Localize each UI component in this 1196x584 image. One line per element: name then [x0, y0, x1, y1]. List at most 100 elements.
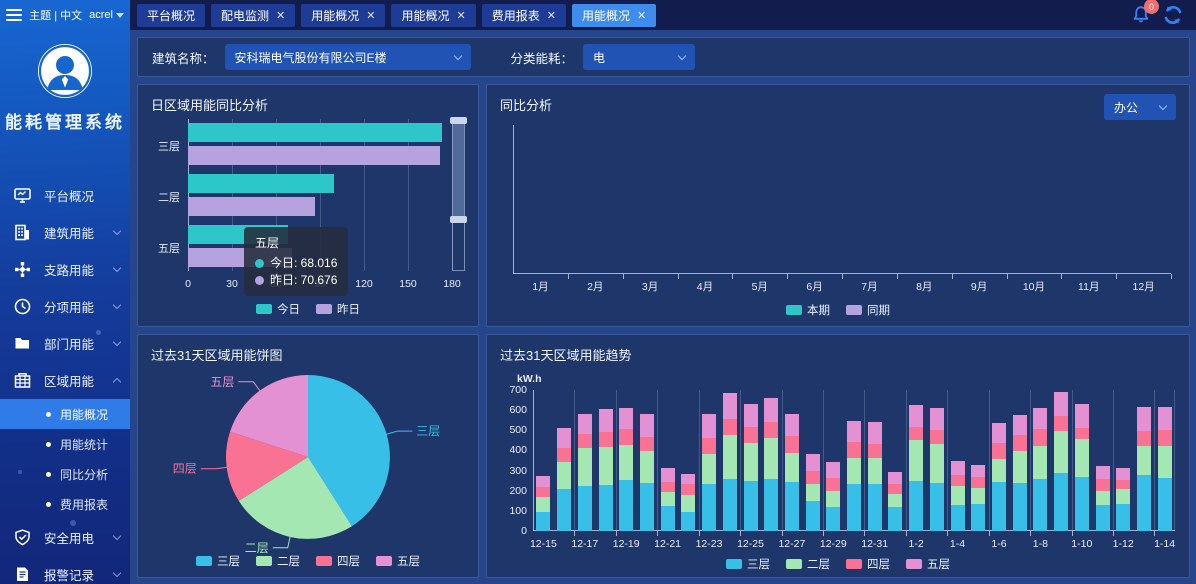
stacked-bar-1-3[interactable]: [930, 408, 944, 531]
legend-item-同期[interactable]: 同期: [846, 302, 890, 318]
sidebar-item-平台概况[interactable]: 平台概况: [0, 177, 130, 214]
stacked-bar-1-5[interactable]: [971, 465, 985, 531]
stacked-bar-1-8[interactable]: [1033, 408, 1047, 531]
user-dropdown[interactable]: acrel: [89, 9, 124, 21]
stacked-bar-12-27[interactable]: [785, 414, 799, 531]
stacked-bar-1-14[interactable]: [1158, 407, 1172, 531]
submenu-item-费用报表[interactable]: 费用报表: [0, 489, 130, 519]
legend-item-三层[interactable]: 三层: [726, 556, 770, 572]
datazoom-handle[interactable]: [450, 117, 467, 124]
avatar: [38, 44, 92, 98]
stacked-bar-1-1[interactable]: [888, 472, 902, 531]
legend-item-五层[interactable]: 五层: [376, 553, 420, 569]
stacked-bar-12-19[interactable]: [619, 408, 633, 531]
stacked-bar-1-6[interactable]: [992, 423, 1006, 531]
bar-yesterday[interactable]: [188, 197, 315, 216]
submenu-item-用能统计[interactable]: 用能统计: [0, 429, 130, 459]
stacked-bar-12-30[interactable]: [847, 421, 861, 531]
tab-配电监测-1[interactable]: 配电监测✕: [211, 4, 295, 27]
tab-close-icon[interactable]: ✕: [457, 9, 466, 22]
pie-chart[interactable]: 三层二层四层五层: [138, 357, 480, 569]
tab-用能概况-5[interactable]: 用能概况✕: [572, 4, 656, 27]
tab-费用报表-4[interactable]: 费用报表✕: [482, 4, 566, 27]
stacked-bar-12-28[interactable]: [806, 454, 820, 531]
stacked-bar-1-13[interactable]: [1137, 407, 1151, 531]
theme-language-label[interactable]: 主题 | 中文: [29, 7, 82, 23]
sidebar-item-建筑用能[interactable]: 建筑用能: [0, 214, 130, 251]
bar-segment-三层: [640, 483, 654, 531]
tab-平台概况-0[interactable]: 平台概况: [137, 4, 205, 27]
stacked-bar-1-7[interactable]: [1013, 415, 1027, 531]
bar-segment-五层: [599, 409, 613, 432]
tab-用能概况-3[interactable]: 用能概况✕: [391, 4, 475, 27]
datazoom-slider[interactable]: [452, 119, 465, 271]
legend-item-本期[interactable]: 本期: [786, 302, 830, 318]
stacked-bar-12-23[interactable]: [702, 414, 716, 531]
panel-area-pie: 过去31天区域用能饼图 三层二层四层五层三层二层四层五层: [137, 334, 479, 578]
bar-segment-二层: [744, 443, 758, 480]
x-tick-label: 12-31: [861, 538, 888, 550]
stacked-bar-12-29[interactable]: [826, 462, 840, 531]
sidebar-item-区域用能[interactable]: 区域用能: [0, 362, 130, 399]
bar-segment-五层: [578, 414, 592, 435]
bar-segment-五层: [930, 408, 944, 430]
stacked-bar-1-10[interactable]: [1075, 404, 1089, 531]
sidebar-item-label: 区域用能: [44, 371, 114, 390]
sidebar-item-分项用能[interactable]: 分项用能: [0, 288, 130, 325]
submenu-item-同比分析[interactable]: 同比分析: [0, 459, 130, 489]
bar-segment-五层: [1116, 468, 1130, 481]
legend-item-三层[interactable]: 三层: [196, 553, 240, 569]
stacked-bar-12-16[interactable]: [557, 428, 571, 531]
stacked-bar-12-22[interactable]: [681, 474, 695, 531]
stacked-bar-1-2[interactable]: [909, 405, 923, 531]
refresh-button[interactable]: [1160, 2, 1186, 28]
stacked-bar-12-24[interactable]: [723, 393, 737, 531]
energy-type-select[interactable]: 电: [583, 44, 695, 70]
stacked-bar-1-4[interactable]: [951, 461, 965, 531]
legend-item-五层[interactable]: 五层: [906, 556, 950, 572]
gridline: [740, 390, 741, 531]
stacked-bar-12-20[interactable]: [640, 414, 654, 531]
sidebar-item-安全用电[interactable]: 安全用电: [0, 519, 130, 556]
stacked-bar-12-31[interactable]: [868, 422, 882, 531]
tab-close-icon[interactable]: ✕: [547, 9, 556, 22]
legend-item-昨日[interactable]: 昨日: [316, 301, 360, 317]
legend-item-二层[interactable]: 二层: [256, 553, 300, 569]
bar-yesterday[interactable]: [188, 146, 440, 165]
notifications-button[interactable]: 0: [1128, 2, 1154, 28]
stacked-bar-12-26[interactable]: [764, 398, 778, 531]
stacked-bar-12-15[interactable]: [536, 476, 550, 531]
sidebar-item-部门用能[interactable]: 部门用能: [0, 325, 130, 362]
legend-item-四层[interactable]: 四层: [846, 556, 890, 572]
datazoom-window[interactable]: [453, 120, 464, 219]
bar-segment-二层: [1158, 446, 1172, 478]
submenu-item-用能概况[interactable]: 用能概况: [0, 399, 130, 429]
building-select[interactable]: 安科瑞电气股份有限公司E楼: [225, 44, 471, 70]
legend-item-二层[interactable]: 二层: [786, 556, 830, 572]
stacked-bar-12-17[interactable]: [578, 414, 592, 531]
bar-segment-五层: [992, 423, 1006, 443]
legend-item-今日[interactable]: 今日: [256, 301, 300, 317]
sidebar-item-报警记录[interactable]: 报警记录: [0, 556, 130, 584]
stacked-bar-12-21[interactable]: [661, 468, 675, 531]
tab-close-icon[interactable]: ✕: [276, 9, 285, 22]
stacked-bar-1-9[interactable]: [1054, 392, 1068, 531]
bar-segment-三层: [1096, 505, 1110, 531]
tab-close-icon[interactable]: ✕: [637, 9, 646, 22]
stacked-bar-1-12[interactable]: [1116, 468, 1130, 531]
bar-today[interactable]: [188, 174, 334, 193]
stacked-bar-12-18[interactable]: [599, 409, 613, 531]
sidebar-item-支路用能[interactable]: 支路用能: [0, 251, 130, 288]
stacked-bar-12-25[interactable]: [744, 404, 758, 531]
bar-today[interactable]: [188, 123, 442, 142]
legend-item-四层[interactable]: 四层: [316, 553, 360, 569]
tab-用能概况-2[interactable]: 用能概况✕: [301, 4, 385, 27]
yoy-category-select[interactable]: 办公: [1104, 94, 1176, 120]
bar-segment-五层: [951, 461, 965, 476]
datazoom-handle[interactable]: [450, 216, 467, 223]
tab-close-icon[interactable]: ✕: [366, 9, 375, 22]
stacked-bar-1-11[interactable]: [1096, 466, 1110, 531]
bar-segment-四层: [1116, 480, 1130, 489]
hamburger-menu-icon[interactable]: [6, 9, 22, 21]
bar-segment-二层: [847, 458, 861, 484]
